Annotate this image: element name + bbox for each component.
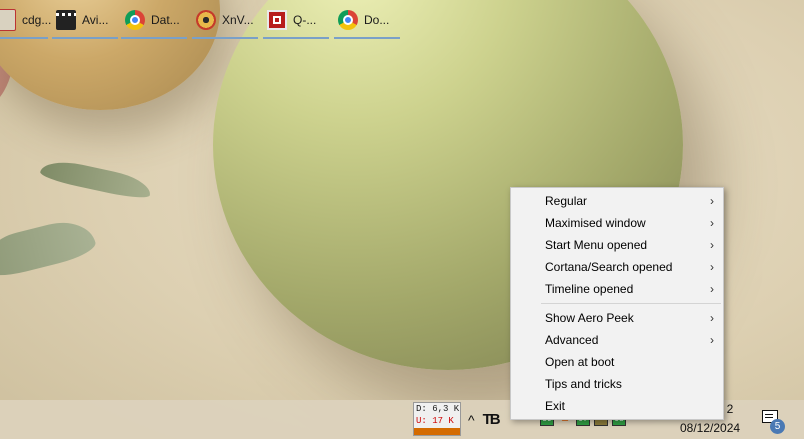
- taskbar-button-label: Do...: [364, 12, 390, 27]
- menu-item-regular[interactable]: Regular ›: [511, 190, 723, 212]
- menu-item-label: Maximised window: [545, 216, 646, 230]
- document-icon: [0, 8, 16, 31]
- taskbar-button-xnview[interactable]: XnV...: [192, 0, 258, 39]
- chevron-right-icon: ›: [710, 333, 714, 347]
- chevron-right-icon: ›: [710, 216, 714, 230]
- taskbar-button-label: Dat...: [151, 12, 180, 27]
- menu-item-open-at-boot[interactable]: Open at boot: [511, 351, 723, 373]
- menu-item-label: Show Aero Peek: [545, 311, 634, 325]
- download-rate: D: 6,3 K: [416, 404, 460, 414]
- notification-count-badge: 5: [770, 419, 785, 434]
- menu-separator: [541, 303, 721, 304]
- taskbar-button-cdg[interactable]: cdg...: [0, 0, 52, 39]
- menu-item-label: Start Menu opened: [545, 238, 648, 252]
- menu-item-cortana-search-opened[interactable]: Cortana/Search opened ›: [511, 256, 723, 278]
- taskbar-active-indicator: [263, 37, 329, 39]
- menu-item-label: Tips and tricks: [545, 377, 622, 391]
- tray-context-menu: Regular › Maximised window › Start Menu …: [510, 187, 724, 420]
- clapperboard-icon: [56, 9, 76, 30]
- chevron-right-icon: ›: [710, 282, 714, 296]
- chrome-icon: [125, 9, 145, 30]
- taskbar-button-q-dir[interactable]: Q-...: [263, 0, 329, 39]
- taskbar-button-label: Q-...: [293, 12, 317, 27]
- system-tray: ^ TB: [468, 400, 501, 439]
- q-dir-icon: [267, 9, 287, 30]
- taskbar-active-indicator: [334, 37, 400, 39]
- taskbar-active-indicator: [192, 37, 258, 39]
- wallpaper-leaf: [38, 156, 154, 202]
- menu-item-start-menu-opened[interactable]: Start Menu opened ›: [511, 234, 723, 256]
- menu-item-label: Exit: [545, 399, 566, 413]
- chrome-locked-icon: [338, 9, 358, 30]
- network-activity-bar: [414, 428, 460, 435]
- menu-item-label: Advanced: [545, 333, 599, 347]
- chevron-right-icon: ›: [710, 311, 714, 325]
- taskbar-button-avidemux[interactable]: Avi...: [52, 0, 118, 39]
- taskbar-active-indicator: [0, 37, 48, 39]
- xnview-eye-icon: [196, 9, 216, 30]
- menu-item-label: Open at boot: [545, 355, 615, 369]
- chevron-right-icon: ›: [710, 260, 714, 274]
- translucenttb-icon[interactable]: TB: [483, 411, 501, 428]
- action-center-button[interactable]: 5: [757, 405, 787, 435]
- chevron-right-icon: ›: [710, 194, 714, 208]
- menu-item-timeline-opened[interactable]: Timeline opened ›: [511, 278, 723, 300]
- menu-item-label: Cortana/Search opened: [545, 260, 673, 274]
- wallpaper-leaf: [0, 214, 99, 282]
- taskbar-button-label: XnV...: [222, 12, 254, 27]
- menu-item-advanced[interactable]: Advanced ›: [511, 329, 723, 351]
- taskbar-button-label: Avi...: [82, 12, 109, 27]
- taskbar-active-indicator: [121, 37, 187, 39]
- network-monitor-widget[interactable]: D: 6,3 K U: 17 K: [413, 402, 461, 436]
- chevron-right-icon: ›: [710, 238, 714, 252]
- menu-item-show-aero-peek[interactable]: Show Aero Peek ›: [511, 307, 723, 329]
- menu-item-label: Regular: [545, 194, 588, 208]
- taskbar-button-chrome-dat[interactable]: Dat...: [121, 0, 187, 39]
- taskbar-active-indicator: [52, 37, 118, 39]
- taskbar-button-label: cdg...: [22, 12, 52, 27]
- tray-overflow-chevron-up-icon[interactable]: ^: [468, 412, 475, 428]
- upload-rate: U: 17 K: [416, 416, 454, 426]
- menu-item-maximised-window[interactable]: Maximised window ›: [511, 212, 723, 234]
- menu-item-tips-and-tricks[interactable]: Tips and tricks: [511, 373, 723, 395]
- taskbar-button-chrome-do[interactable]: Do...: [334, 0, 400, 39]
- menu-item-label: Timeline opened: [545, 282, 634, 296]
- clock-date: 08/12/2024: [680, 421, 741, 435]
- menu-item-exit[interactable]: Exit: [511, 395, 723, 417]
